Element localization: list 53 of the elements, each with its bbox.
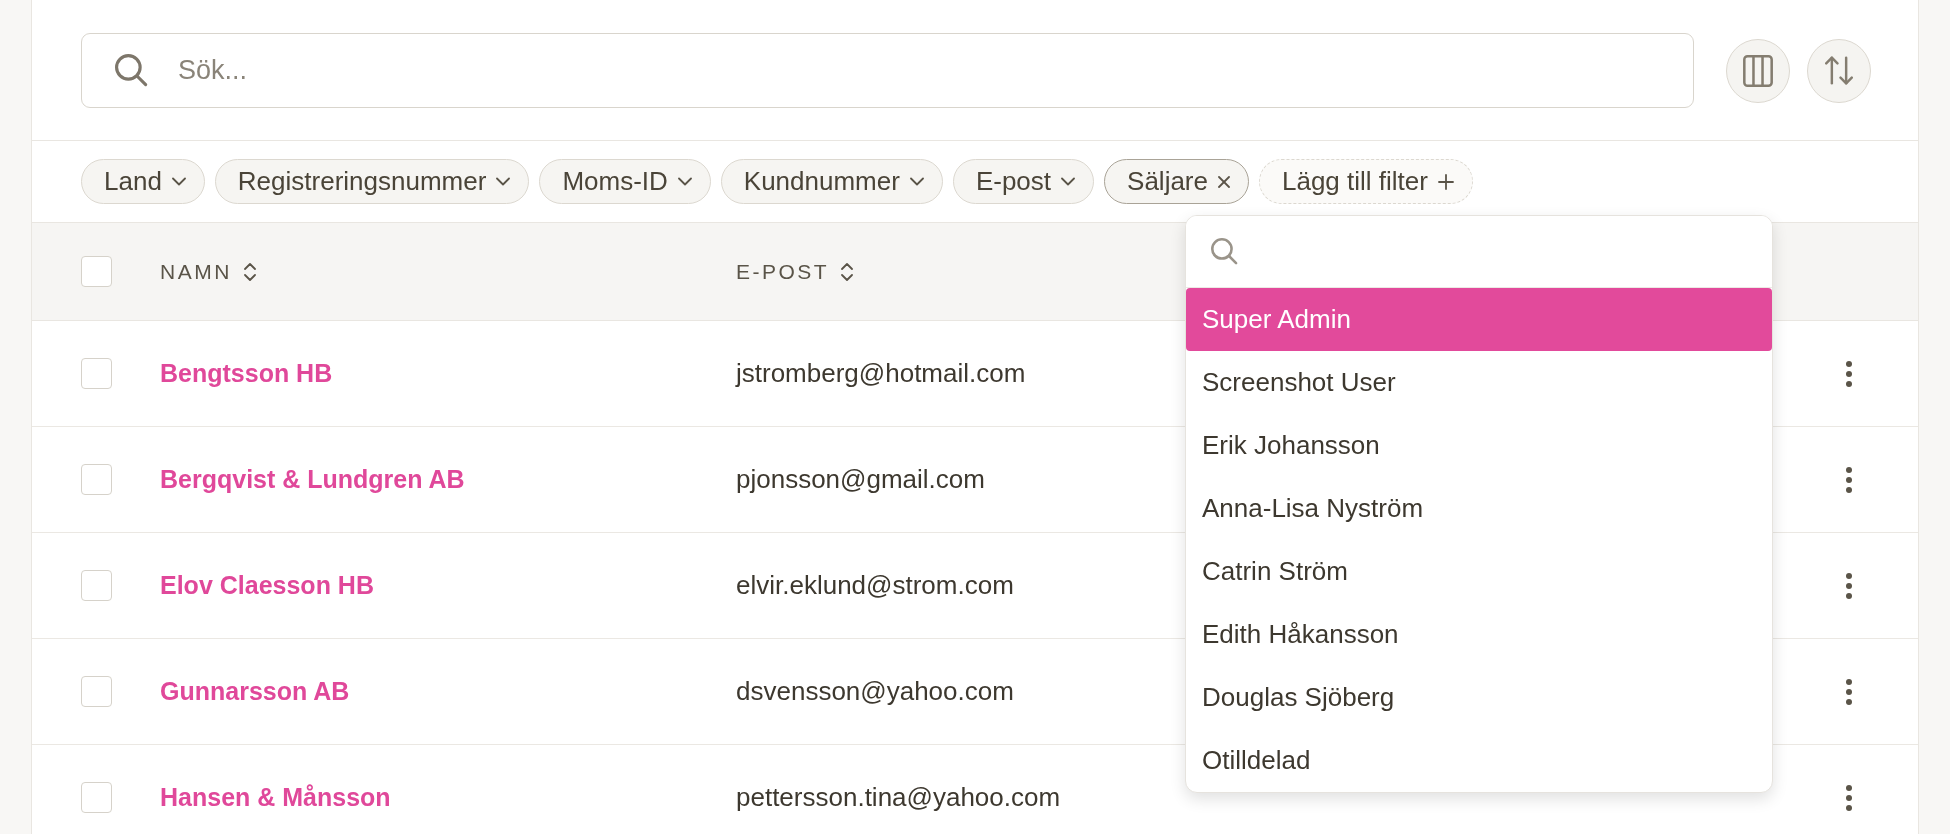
company-name-link[interactable]: Gunnarsson AB: [160, 677, 350, 706]
filter-chip[interactable]: Registreringsnummer: [214, 159, 530, 204]
email-address: dsvensson@yahoo.com: [736, 676, 1014, 707]
filter-chip[interactable]: Kundnummer: [720, 159, 943, 204]
sort-icon: [243, 262, 256, 281]
filter-chip[interactable]: Land: [81, 159, 205, 204]
row-checkbox[interactable]: [81, 464, 112, 495]
dropdown-option[interactable]: Douglas Sjöberg: [1186, 666, 1772, 729]
company-name-link[interactable]: Elov Claesson HB: [160, 571, 374, 600]
sort-icon: [1825, 56, 1853, 85]
more-icon[interactable]: [1846, 678, 1852, 705]
email-address: jstromberg@hotmail.com: [736, 358, 1026, 389]
company-name-link[interactable]: Bergqvist & Lundgren AB: [160, 465, 465, 494]
dropdown-option[interactable]: Edith Håkansson: [1186, 603, 1772, 666]
dropdown-option[interactable]: Otilldelad: [1186, 729, 1772, 792]
sort-icon: [841, 262, 854, 281]
filter-chip[interactable]: Säljare: [1104, 159, 1249, 204]
more-icon[interactable]: [1846, 784, 1852, 811]
column-header[interactable]: E-POST: [736, 259, 854, 284]
select-all-checkbox[interactable]: [81, 256, 112, 287]
chevron-down-icon: [1061, 177, 1076, 186]
row-checkbox[interactable]: [81, 676, 112, 707]
email-address: pettersson.tina@yahoo.com: [736, 782, 1061, 813]
search-icon: [1211, 238, 1238, 265]
row-checkbox[interactable]: [81, 782, 112, 813]
chevron-down-icon: [496, 177, 511, 186]
row-checkbox[interactable]: [81, 358, 112, 389]
company-name-link[interactable]: Hansen & Månsson: [160, 783, 391, 812]
row-checkbox[interactable]: [81, 570, 112, 601]
column-header[interactable]: NAMN: [160, 259, 256, 284]
dropdown-option[interactable]: Screenshot User: [1186, 351, 1772, 414]
dropdown-option[interactable]: Catrin Ström: [1186, 540, 1772, 603]
chevron-down-icon: [677, 177, 692, 186]
company-name-link[interactable]: Bengtsson HB: [160, 359, 333, 388]
close-icon: [1218, 175, 1230, 188]
dropdown-option[interactable]: Anna-Lisa Nyström: [1186, 477, 1772, 540]
more-icon[interactable]: [1846, 360, 1852, 387]
chevron-down-icon: [909, 177, 924, 186]
filter-chip[interactable]: E-post: [952, 159, 1095, 204]
search-icon: [115, 54, 148, 87]
email-address: pjonsson@gmail.com: [736, 464, 985, 495]
columns-icon: [1743, 54, 1773, 87]
dropdown-option[interactable]: Erik Johansson: [1186, 414, 1772, 477]
chevron-down-icon: [171, 177, 186, 186]
email-address: elvir.eklund@strom.com: [736, 570, 1014, 601]
search-field[interactable]: Sök...: [81, 33, 1694, 108]
filter-chip[interactable]: Moms-ID: [539, 159, 711, 204]
dropdown-search-field[interactable]: [1186, 216, 1772, 288]
more-icon[interactable]: [1846, 572, 1852, 599]
dropdown-option[interactable]: Super Admin: [1186, 288, 1772, 351]
plus-icon: [1437, 173, 1454, 190]
add-filter-button[interactable]: Lägg till filter: [1259, 159, 1473, 204]
more-icon[interactable]: [1846, 466, 1852, 493]
